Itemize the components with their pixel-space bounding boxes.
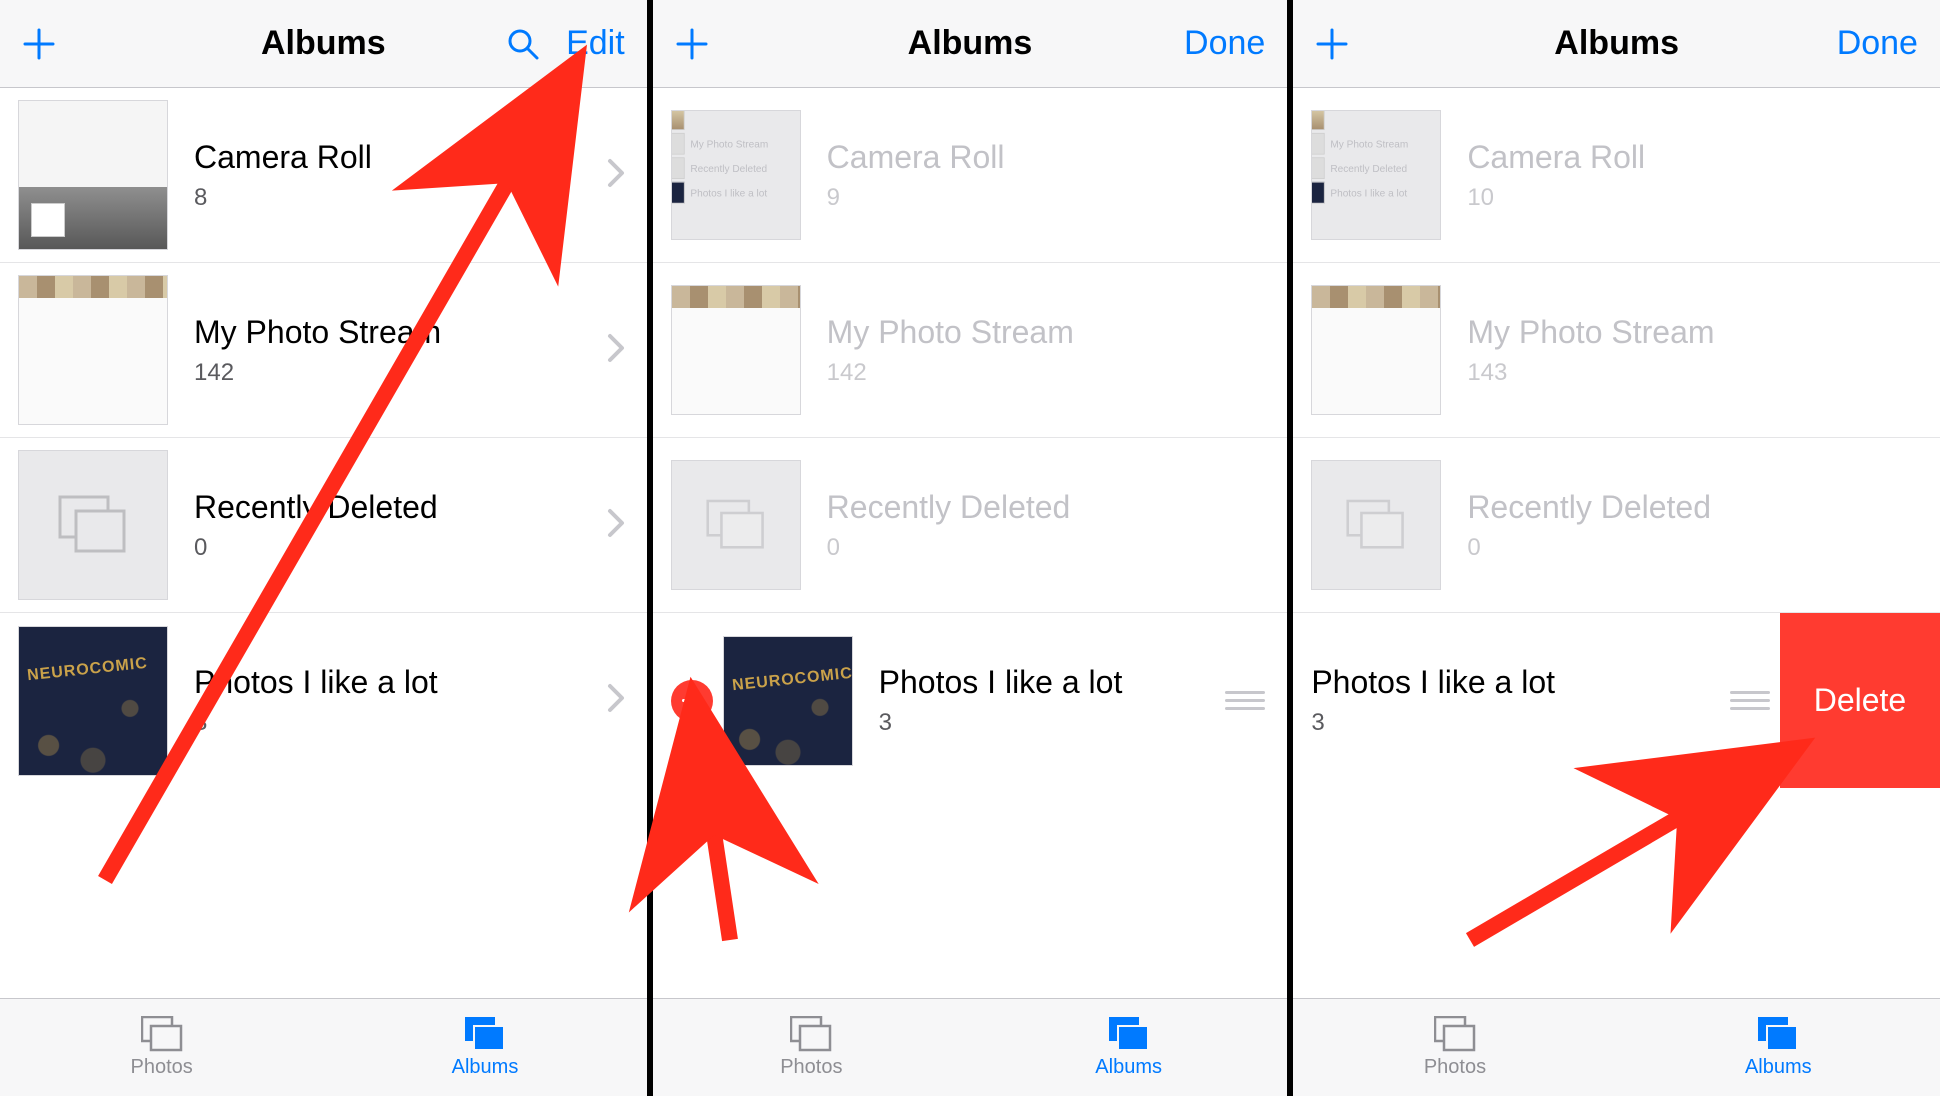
reorder-handle-icon[interactable] [1730, 691, 1770, 710]
album-row-recently-deleted[interactable]: Recently Deleted 0 [0, 438, 647, 613]
album-row-camera-roll: My Photo Stream Recently Deleted Photos … [653, 88, 1288, 263]
tabbar: Photos Albums [1293, 998, 1940, 1096]
delete-confirm-button[interactable]: Delete [1780, 613, 1940, 788]
navbar: Albums Edit [0, 0, 647, 88]
edit-button[interactable]: Edit [566, 24, 625, 63]
album-count: 142 [827, 359, 1288, 387]
album-thumbnail [671, 285, 801, 415]
done-button[interactable]: Done [1837, 24, 1918, 63]
tabbar: Photos Albums [653, 998, 1288, 1096]
chevron-right-icon [607, 333, 625, 368]
album-title: Photos I like a lot [194, 664, 607, 701]
screen-albums-delete-confirm: Albums Done My Photo Stream Recently Del… [1293, 0, 1940, 1096]
tab-label: Albums [1745, 1056, 1812, 1079]
album-thumbnail [18, 450, 168, 600]
album-thumbnail [18, 275, 168, 425]
album-row-photo-stream: My Photo Stream 142 [653, 263, 1288, 438]
tab-photos[interactable]: Photos [1293, 999, 1616, 1096]
album-row-photos-i-like[interactable]: Photos I like a lot 3 [653, 613, 1288, 788]
album-thumbnail [1311, 285, 1441, 415]
album-row-recently-deleted: Recently Deleted 0 [1293, 438, 1940, 613]
tab-photos[interactable]: Photos [653, 999, 970, 1096]
screen-albums-view: Albums Edit Camera Roll 8 My Photo Strea… [0, 0, 647, 1096]
album-row-camera-roll: My Photo Stream Recently Deleted Photos … [1293, 88, 1940, 263]
tab-label: Photos [1424, 1056, 1486, 1079]
album-title: Camera Roll [827, 139, 1288, 176]
navbar: Albums Done [653, 0, 1288, 88]
album-count: 142 [194, 359, 607, 387]
tab-label: Albums [452, 1056, 519, 1079]
tab-photos[interactable]: Photos [0, 999, 323, 1096]
tab-label: Albums [1095, 1056, 1162, 1079]
add-album-button[interactable] [675, 27, 709, 61]
album-title: Recently Deleted [194, 489, 607, 526]
album-row-recently-deleted: Recently Deleted 0 [653, 438, 1288, 613]
reorder-handle-icon[interactable] [1225, 691, 1265, 710]
search-button[interactable] [506, 27, 540, 61]
album-count: 3 [879, 709, 1226, 737]
album-list-edit: My Photo Stream Recently Deleted Photos … [1293, 88, 1940, 998]
album-title: My Photo Stream [1467, 314, 1940, 351]
album-row-photos-i-like[interactable]: Photos I like a lot 3 [0, 613, 647, 788]
album-thumbnail [723, 636, 853, 766]
chevron-right-icon [607, 158, 625, 193]
tab-label: Photos [780, 1056, 842, 1079]
add-album-button[interactable] [22, 27, 56, 61]
tab-label: Photos [131, 1056, 193, 1079]
album-title: My Photo Stream [827, 314, 1288, 351]
album-list-edit: My Photo Stream Recently Deleted Photos … [653, 88, 1288, 998]
tabbar: Photos Albums [0, 998, 647, 1096]
album-title: Camera Roll [194, 139, 607, 176]
album-row-camera-roll[interactable]: Camera Roll 8 [0, 88, 647, 263]
navbar: Albums Done [1293, 0, 1940, 88]
tab-albums[interactable]: Albums [1617, 999, 1940, 1096]
album-thumbnail [1311, 460, 1441, 590]
tab-albums[interactable]: Albums [323, 999, 646, 1096]
album-thumbnail [18, 626, 168, 776]
album-count: 0 [827, 534, 1288, 562]
album-thumbnail: My Photo Stream Recently Deleted Photos … [1311, 110, 1441, 240]
album-title: Camera Roll [1467, 139, 1940, 176]
chevron-right-icon [607, 683, 625, 718]
album-row-photos-i-like[interactable]: Photos I like a lot 3 Delete [1293, 613, 1940, 788]
album-list: Camera Roll 8 My Photo Stream 142 Recent… [0, 88, 647, 998]
album-thumbnail [18, 100, 168, 250]
done-button[interactable]: Done [1184, 24, 1265, 63]
album-count: 3 [1311, 709, 1730, 737]
tab-albums[interactable]: Albums [970, 999, 1287, 1096]
album-thumbnail: My Photo Stream Recently Deleted Photos … [671, 110, 801, 240]
album-count: 0 [1467, 534, 1940, 562]
chevron-right-icon [607, 508, 625, 543]
album-title: Recently Deleted [827, 489, 1288, 526]
album-count: 9 [827, 184, 1288, 212]
album-title: My Photo Stream [194, 314, 607, 351]
album-title: Photos I like a lot [879, 664, 1226, 701]
delete-minus-button[interactable] [671, 680, 713, 722]
album-title: Recently Deleted [1467, 489, 1940, 526]
screen-albums-edit: Albums Done My Photo Stream Recently Del… [647, 0, 1294, 1096]
album-count: 8 [194, 184, 607, 212]
album-thumbnail [671, 460, 801, 590]
album-count: 3 [194, 709, 607, 737]
album-count: 143 [1467, 359, 1940, 387]
album-row-photo-stream[interactable]: My Photo Stream 142 [0, 263, 647, 438]
add-album-button[interactable] [1315, 27, 1349, 61]
album-title: Photos I like a lot [1311, 664, 1730, 701]
album-count: 0 [194, 534, 607, 562]
album-count: 10 [1467, 184, 1940, 212]
album-row-photo-stream: My Photo Stream 143 [1293, 263, 1940, 438]
